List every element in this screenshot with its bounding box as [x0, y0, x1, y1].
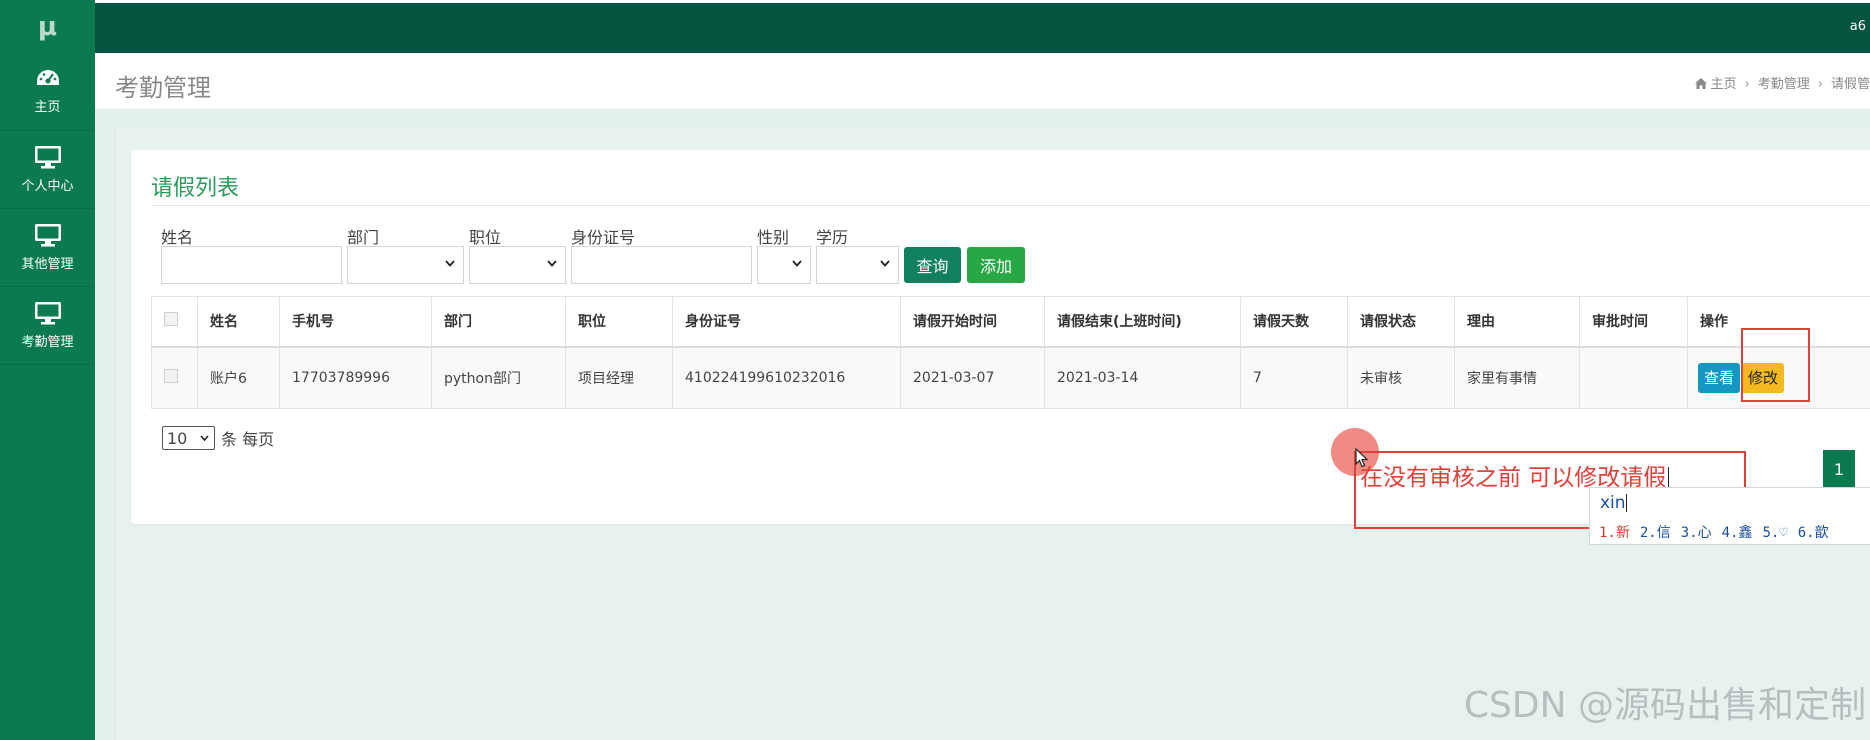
cell-leave-end: 2021-03-14 — [1044, 346, 1241, 409]
ime-candidate[interactable]: 5.♡ — [1762, 525, 1787, 541]
table-row: 账户6 17703789996 python部门 项目经理 4102241996… — [151, 346, 1870, 409]
dept-label: 部门 — [347, 228, 380, 247]
watermark: CSDN @源码出售和定制 — [1463, 685, 1866, 726]
column-header[interactable]: 请假天数 — [1240, 296, 1348, 348]
breadcrumb-separator: › — [1817, 77, 1823, 92]
column-header[interactable]: 请假开始时间 — [900, 296, 1045, 348]
row-checkbox[interactable] — [164, 368, 178, 383]
cell-approval-time — [1579, 346, 1688, 409]
breadcrumb: 主页 › 考勤管理 › 请假管 — [1694, 73, 1870, 92]
dashboard-icon — [36, 70, 59, 85]
edit-button[interactable]: 修改 — [1742, 362, 1785, 393]
education-label: 学历 — [816, 228, 849, 247]
column-header[interactable]: 请假结束(上班时间) — [1044, 296, 1241, 348]
chevron-down-icon — [445, 260, 455, 267]
dept-select[interactable] — [347, 246, 464, 284]
cell-leave-days: 7 — [1240, 346, 1348, 409]
sidebar-item-label: 考勤管理 — [21, 335, 74, 350]
add-button[interactable]: 添加 — [967, 247, 1025, 283]
leave-table: 姓名 手机号 部门 职位 身份证号 请假开始时间 请假结束(上班时间) 请假天数… — [151, 296, 1870, 409]
cell-reason: 家里有事情 — [1454, 346, 1580, 409]
education-select[interactable] — [816, 246, 899, 284]
top-bar: a6 — [95, 3, 1870, 53]
cell-leave-status: 未审核 — [1347, 346, 1455, 409]
user-name[interactable]: a6 — [1850, 19, 1866, 34]
idcard-input[interactable] — [571, 246, 752, 284]
select-all-checkbox[interactable] — [164, 312, 178, 327]
cell-idcard: 410224199610232016 — [672, 346, 901, 409]
ime-candidate[interactable]: 3.心 — [1681, 525, 1712, 541]
chevron-down-icon — [200, 435, 209, 441]
cell-name: 账户6 — [197, 346, 280, 409]
cell-actions: 查看 修改 — [1687, 346, 1870, 409]
column-header[interactable]: 姓名 — [197, 296, 280, 348]
idcard-label: 身份证号 — [571, 228, 636, 247]
ime-candidate[interactable]: 1.新 — [1599, 525, 1630, 541]
ime-candidate[interactable]: 2.信 — [1640, 525, 1671, 541]
ime-composition: xin — [1600, 493, 1627, 513]
monitor-icon — [34, 224, 61, 247]
chevron-down-icon — [547, 260, 557, 267]
select-all-cell — [151, 296, 198, 348]
cell-position: 项目经理 — [565, 346, 673, 409]
ime-composition-text: xin — [1600, 493, 1626, 513]
cell-leave-start: 2021-03-07 — [900, 346, 1045, 409]
column-header[interactable]: 审批时间 — [1579, 296, 1688, 348]
monitor-icon — [34, 146, 61, 169]
column-header[interactable]: 请假状态 — [1347, 296, 1455, 348]
column-header[interactable]: 身份证号 — [672, 296, 901, 348]
table-header-row: 姓名 手机号 部门 职位 身份证号 请假开始时间 请假结束(上班时间) 请假天数… — [151, 296, 1870, 348]
column-header[interactable]: 理由 — [1454, 296, 1580, 348]
sidebar-item-attendance[interactable]: 考勤管理 — [0, 287, 95, 365]
chevron-down-icon — [880, 260, 890, 267]
breadcrumb-separator: › — [1744, 77, 1750, 92]
sidebar-item-home[interactable]: 主页 — [0, 53, 95, 131]
sidebar: μ 主页 个人中心 其他管理 考勤管理 — [0, 0, 95, 740]
page-title: 考勤管理 — [115, 74, 211, 102]
column-header[interactable]: 部门 — [431, 296, 566, 348]
sidebar-item-other-management[interactable]: 其他管理 — [0, 209, 95, 287]
name-input[interactable] — [161, 246, 342, 284]
app-logo[interactable]: μ — [0, 0, 95, 53]
monitor-icon — [34, 302, 61, 325]
row-select-cell — [151, 346, 198, 409]
column-header[interactable]: 手机号 — [279, 296, 432, 348]
gender-label: 性别 — [757, 228, 790, 247]
home-icon — [1694, 78, 1707, 89]
cell-phone: 17703789996 — [279, 346, 432, 409]
query-button[interactable]: 查询 — [904, 247, 961, 283]
page-header: 考勤管理 主页 › 考勤管理 › 请假管 — [95, 53, 1870, 110]
pagination-page-button[interactable]: 1 — [1823, 450, 1855, 488]
ime-candidate[interactable]: 6.歆 — [1798, 525, 1829, 541]
sidebar-item-label: 个人中心 — [21, 179, 74, 194]
sidebar-item-label: 其他管理 — [21, 257, 74, 272]
ime-candidate[interactable]: 4.鑫 — [1722, 525, 1753, 541]
name-label: 姓名 — [161, 228, 194, 247]
divider — [151, 205, 1870, 206]
card-title: 请假列表 — [151, 176, 240, 201]
text-caret — [1625, 494, 1627, 512]
sidebar-item-personal-center[interactable]: 个人中心 — [0, 131, 95, 209]
page-size-suffix: 条 每页 — [221, 430, 275, 449]
page-size-value: 10 — [167, 428, 188, 448]
column-header: 操作 — [1687, 296, 1870, 348]
sidebar-item-label: 主页 — [34, 100, 61, 115]
ime-candidate-popup: xin 1.新 2.信 3.心 4.鑫 5.♡ 6.歆 — [1589, 487, 1870, 545]
breadcrumb-leave: 请假管 — [1830, 77, 1870, 92]
position-label: 职位 — [469, 228, 502, 247]
column-header[interactable]: 职位 — [565, 296, 673, 348]
mouse-cursor-icon — [1355, 448, 1369, 468]
ime-candidates: 1.新 2.信 3.心 4.鑫 5.♡ 6.歆 — [1599, 522, 1839, 542]
breadcrumb-home[interactable]: 主页 — [1711, 77, 1737, 92]
position-select[interactable] — [469, 246, 566, 284]
gender-select[interactable] — [757, 246, 811, 284]
page-size-select[interactable]: 10 — [162, 426, 215, 450]
page-size-control: 10 条 每页 — [162, 426, 274, 450]
chevron-down-icon — [792, 260, 802, 267]
cell-department: python部门 — [431, 346, 566, 409]
breadcrumb-attendance[interactable]: 考勤管理 — [1758, 77, 1810, 92]
view-button[interactable]: 查看 — [1698, 362, 1741, 393]
